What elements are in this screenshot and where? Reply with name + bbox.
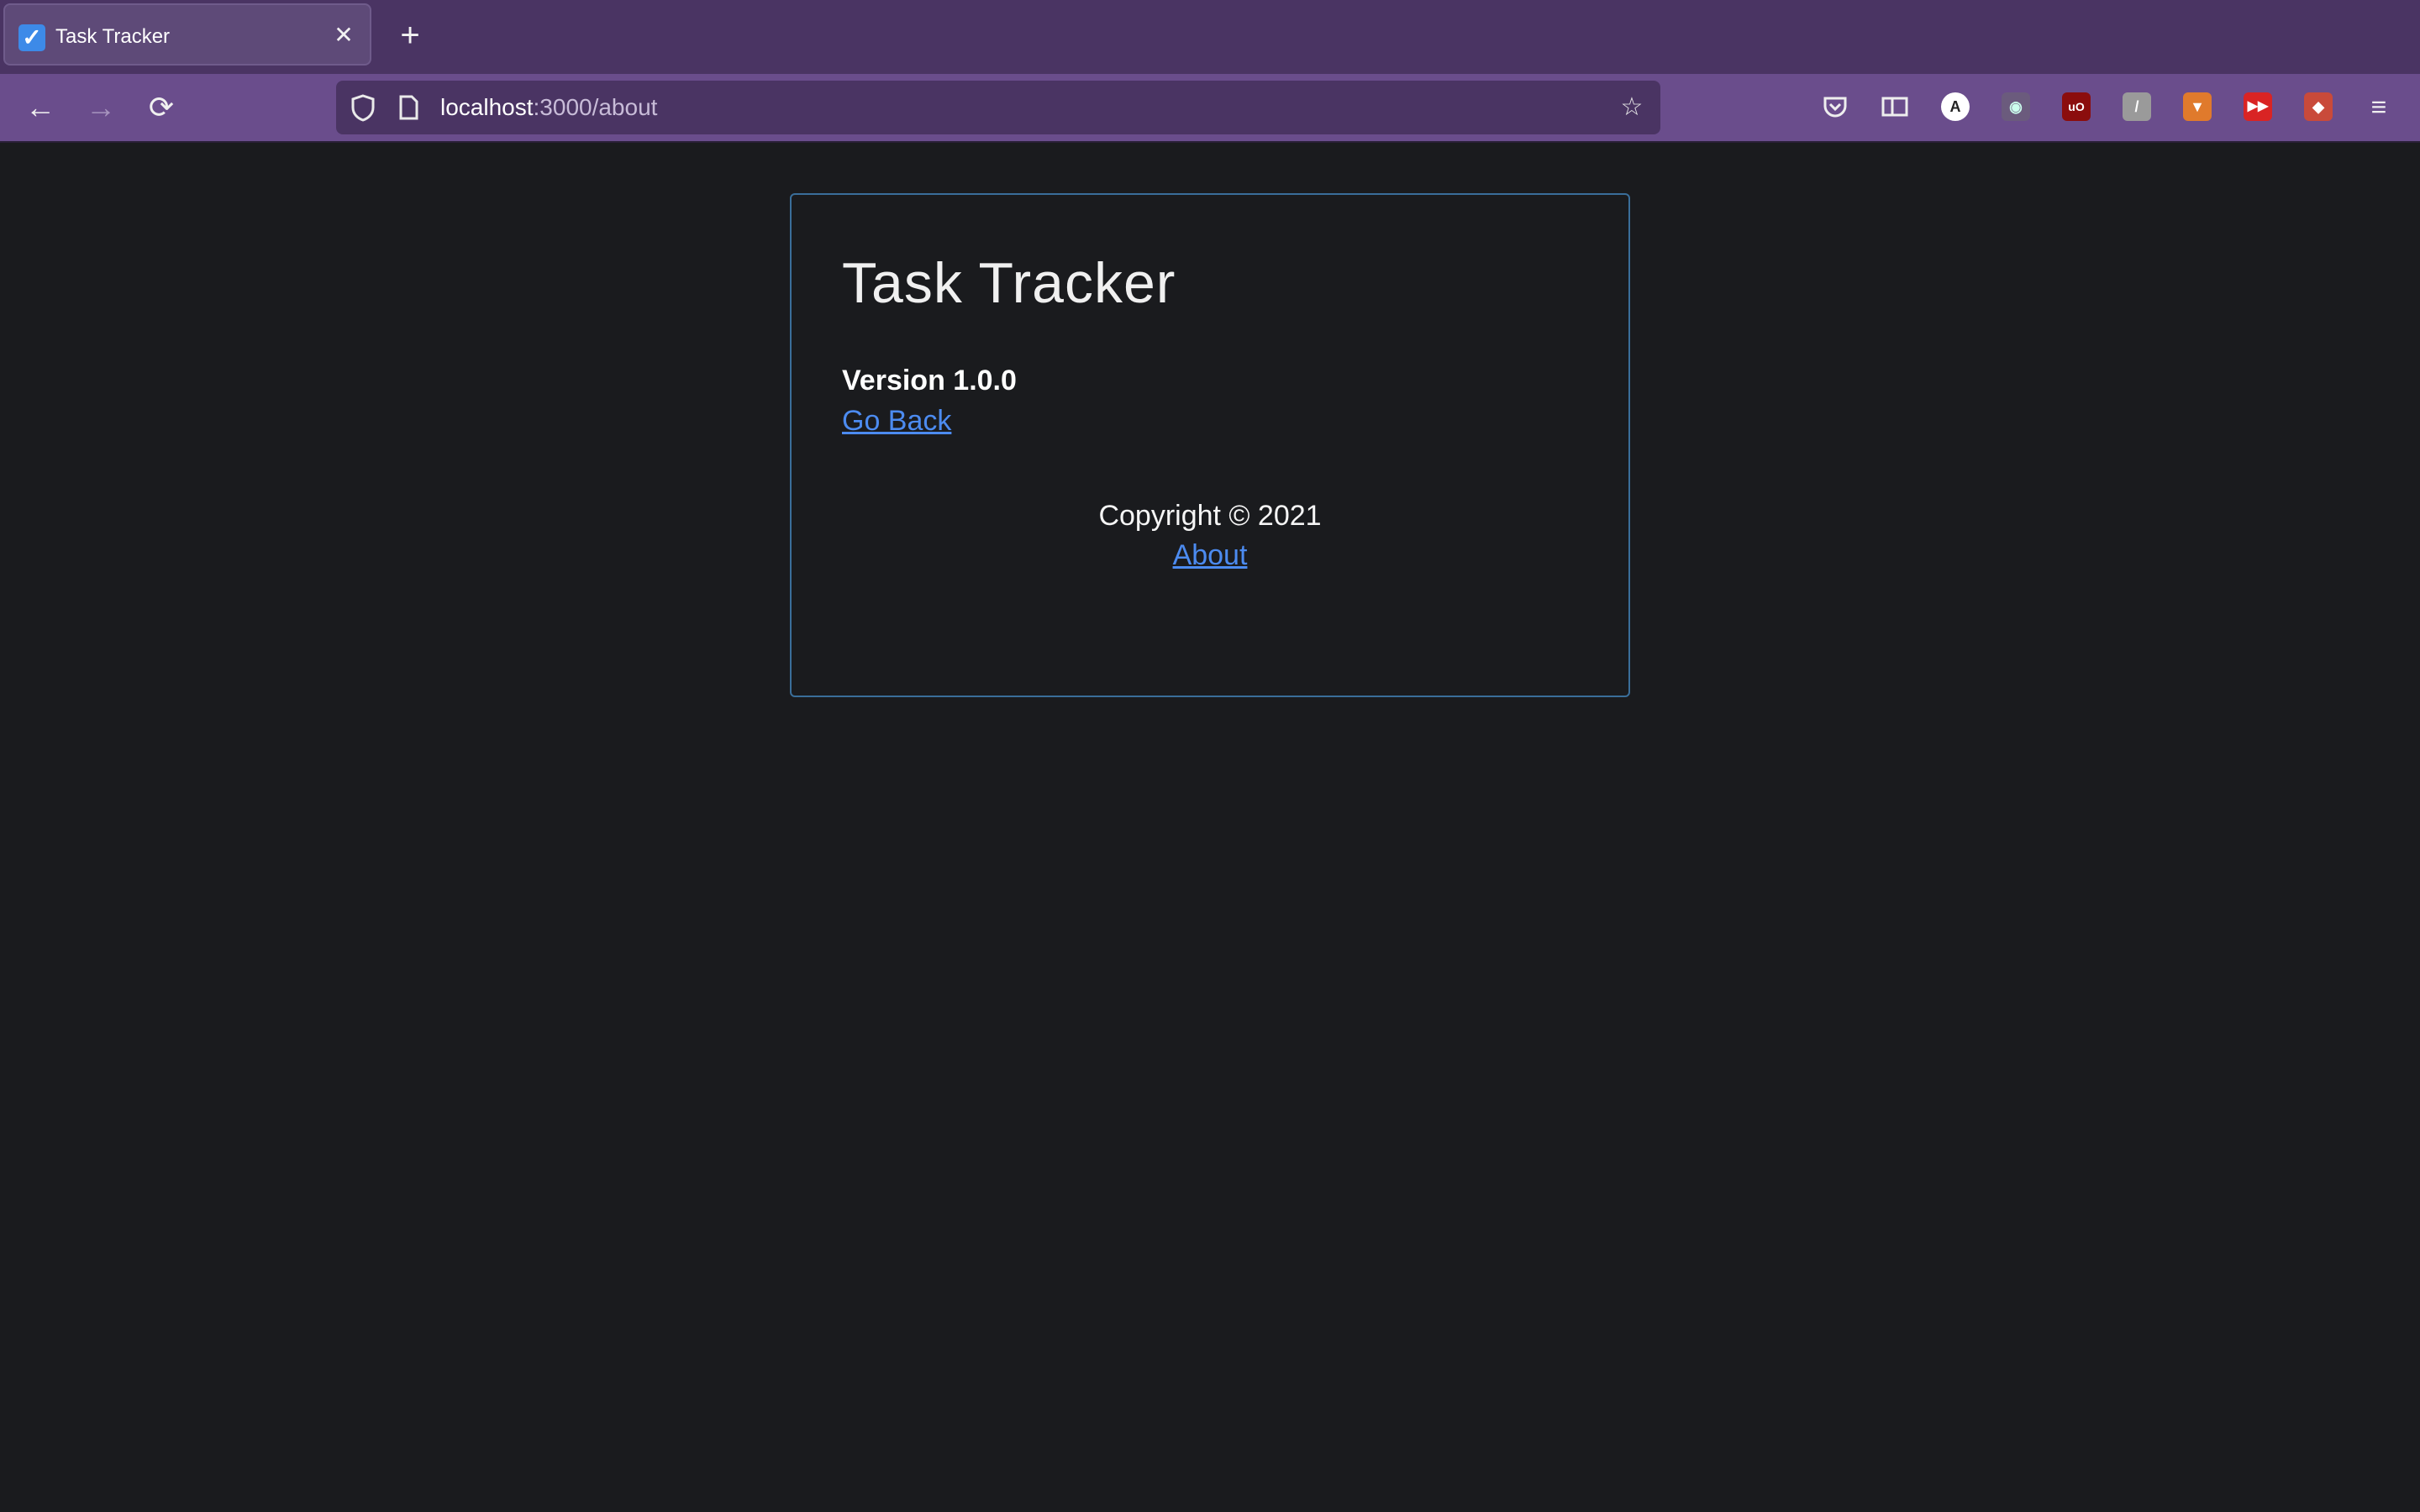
- ublock-icon[interactable]: uO: [2062, 92, 2091, 121]
- page-icon: [392, 91, 425, 124]
- shield-icon[interactable]: [346, 91, 380, 124]
- page-title: Task Tracker: [842, 251, 1176, 315]
- slash-extension-icon[interactable]: /: [2123, 92, 2151, 121]
- go-back-link[interactable]: Go Back: [842, 405, 951, 438]
- menu-icon[interactable]: ≡: [2365, 92, 2393, 121]
- incognito-icon[interactable]: ◉: [2002, 92, 2030, 121]
- tab-task-tracker[interactable]: ✓ Task Tracker ✕: [3, 3, 371, 66]
- tab-title: Task Tracker: [55, 25, 171, 48]
- app-container: Task Tracker Version 1.0.0 Go Back Copyr…: [790, 193, 1630, 697]
- version-label: Version 1.0.0: [842, 365, 1017, 396]
- reload-button[interactable]: ⟳: [141, 87, 182, 128]
- pocket-icon[interactable]: [1821, 92, 1849, 121]
- footer: Copyright © 2021 About: [792, 496, 1628, 572]
- copyright-text: Copyright © 2021: [1098, 500, 1322, 532]
- about-link[interactable]: About: [1173, 539, 1248, 572]
- red-panda-extension-icon[interactable]: ◆: [2304, 92, 2333, 121]
- url-text[interactable]: localhost:3000/about: [440, 92, 657, 123]
- metamask-icon[interactable]: ▼: [2183, 92, 2212, 121]
- nav-toolbar: ← → ⟳ localhost:3000/about ☆ A ◉ uO / ▼ …: [0, 74, 2420, 143]
- checkbox-icon: ✓: [18, 24, 45, 51]
- tab-strip: ✓ Task Tracker ✕ +: [0, 0, 2420, 74]
- url-bar[interactable]: localhost:3000/about ☆: [336, 81, 1660, 134]
- new-tab-button[interactable]: +: [393, 18, 427, 52]
- forward-button[interactable]: →: [81, 87, 121, 128]
- account-icon[interactable]: A: [1941, 92, 1970, 121]
- back-button[interactable]: ←: [20, 87, 60, 128]
- youtube-extension-icon[interactable]: ▶▶: [2244, 92, 2272, 121]
- reader-view-icon[interactable]: [1881, 92, 1909, 121]
- close-icon[interactable]: ✕: [329, 21, 358, 50]
- bookmark-star-icon[interactable]: ☆: [1615, 91, 1649, 124]
